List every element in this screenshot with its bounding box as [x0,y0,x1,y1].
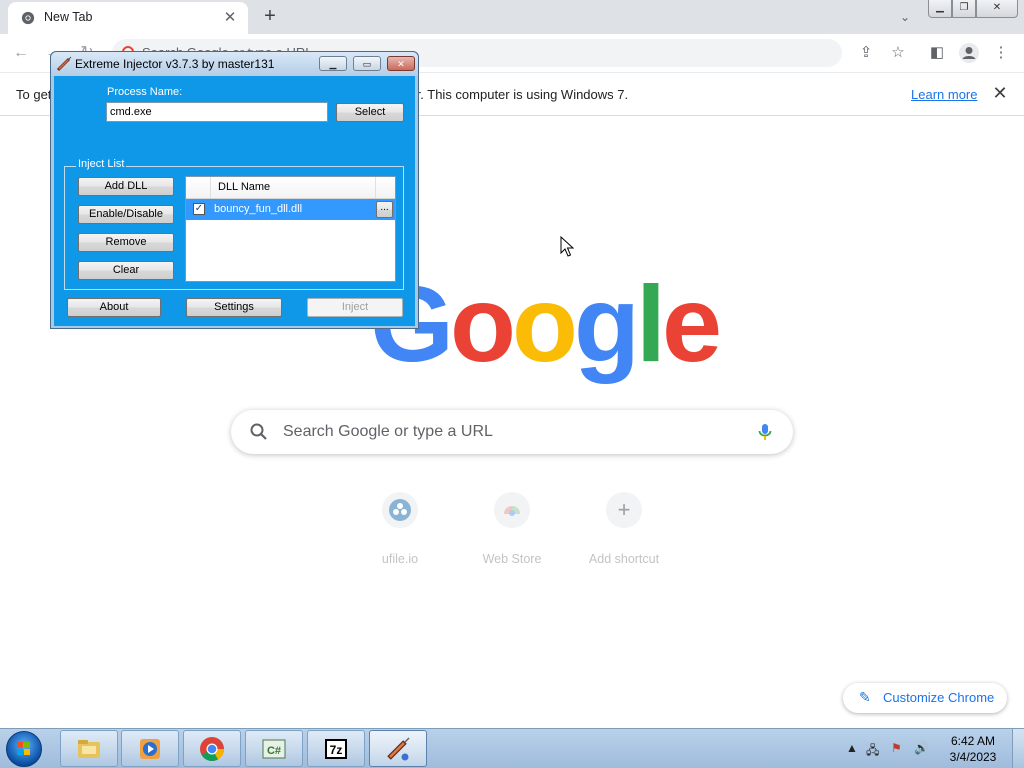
logo-letter: g [573,263,640,384]
chrome-menu-icon[interactable]: ⋮ [990,42,1012,64]
infobar-close-icon[interactable]: ✕ [990,83,1010,103]
bookmark-star-icon[interactable]: ☆ [887,42,909,64]
about-button[interactable]: About [67,298,161,317]
dll-row-name: bouncy_fun_dll.dll [214,203,303,215]
show-desktop-button[interactable] [1012,729,1024,768]
process-name-input[interactable]: cmd.exe [106,102,328,122]
ntp-search-box[interactable]: Search Google or type a URL [231,410,793,454]
microphone-icon[interactable] [755,422,775,442]
profile-avatar-icon[interactable] [958,42,980,64]
csharp-icon: C# [262,739,286,759]
injector-syringe-icon [56,56,72,72]
logo-letter: e [661,263,722,384]
settings-button[interactable]: Settings [186,298,282,317]
clear-button[interactable]: Clear [78,261,174,280]
injector-icon [387,737,410,761]
dll-list[interactable]: DLL Name ✓ bouncy_fun_dll.dll ... [185,176,396,282]
explorer-icon [78,740,100,758]
new-tab-button[interactable]: + [258,4,282,28]
side-panel-icon[interactable]: ◧ [926,42,948,64]
taskbar-csharp[interactable]: C# [245,730,303,767]
network-icon[interactable]: 🖧 [866,741,879,762]
tab-title: New Tab [44,10,93,24]
shortcut-web-store[interactable]: Web Store [456,490,568,580]
shortcut-label: ufile.io [381,552,419,566]
logo-letter: o [450,263,516,384]
dll-list-header: DLL Name [186,177,395,199]
tab-new-tab[interactable]: New Tab ✕ [8,2,248,34]
volume-icon[interactable]: 🔊 [914,741,929,755]
learn-more-link[interactable]: Learn more [911,87,977,102]
action-center-flag-icon[interactable]: ⚑ [891,741,902,755]
shortcut-ufile[interactable]: ufile.io [344,490,456,580]
customize-label: Customize Chrome [883,690,995,705]
injector-maximize-button[interactable]: ▭ [353,56,381,71]
svg-text:C#: C# [267,745,281,757]
injector-body: Process Name: cmd.exe Select Inject List… [54,76,415,326]
window-close-button[interactable]: ✕ [976,0,1018,18]
injector-title: Extreme Injector v3.7.3 by master131 [75,57,275,71]
back-arrow-icon[interactable]: ← [10,42,32,64]
web-store-icon [494,492,530,528]
dll-header-check-column [186,177,211,198]
show-hidden-icons-icon[interactable]: ▲ [846,741,858,755]
shortcut-add[interactable]: + Add shortcut [568,490,680,580]
enable-disable-button[interactable]: Enable/Disable [78,205,174,224]
chrome-favicon-icon [21,11,35,25]
dll-enabled-checkbox[interactable]: ✓ [193,203,205,215]
select-process-button[interactable]: Select [336,103,404,122]
add-dll-button[interactable]: Add DLL [78,177,174,196]
window-minimize-button[interactable]: ▁ [928,0,952,18]
taskbar-explorer[interactable] [60,730,118,767]
remove-button[interactable]: Remove [78,233,174,252]
mouse-cursor-icon [560,236,574,257]
dll-options-button[interactable]: ... [376,201,393,218]
taskbar-7zip[interactable]: 7z [307,730,365,767]
logo-letter: o [512,263,578,384]
tab-close-icon[interactable]: ✕ [220,8,240,28]
inject-list-label: Inject List [76,158,127,170]
logo-letter: l [635,263,666,384]
extreme-injector-window: Extreme Injector v3.7.3 by master131 ▁ ▭… [50,51,419,329]
plus-icon: + [606,492,642,528]
start-button[interactable] [6,731,42,767]
search-placeholder: Search Google or type a URL [283,423,493,440]
search-icon [250,423,267,440]
share-icon[interactable]: ⇪ [855,42,877,64]
injector-titlebar[interactable]: Extreme Injector v3.7.3 by master131 ▁ ▭… [51,52,418,76]
injector-minimize-button[interactable]: ▁ [319,56,347,71]
svg-text:7z: 7z [330,743,343,757]
customize-chrome-button[interactable]: ✎ Customize Chrome [843,683,1007,713]
windows-taskbar: C# 7z ▲ 🖧 ⚑ 🔊 6:42 AM 3/4/2023 [0,728,1024,768]
taskbar-media-player[interactable] [121,730,179,767]
clock-time[interactable]: 6:42 AM [944,734,1002,748]
7zip-icon: 7z [325,739,347,759]
taskbar-chrome[interactable] [183,730,241,767]
window-restore-button[interactable]: ❐ [952,0,976,18]
inject-button[interactable]: Inject [307,298,403,317]
pencil-icon: ✎ [859,689,871,705]
tab-strip: New Tab ✕ + ⌄ ▁ ❐ ✕ [0,0,1024,34]
shortcut-label: Add shortcut [588,552,660,566]
media-player-icon [140,739,160,759]
process-name-label: Process Name: [107,86,183,98]
ufile-icon [382,492,418,528]
injector-close-button[interactable]: ✕ [387,56,415,71]
dll-row[interactable]: ✓ bouncy_fun_dll.dll ... [186,199,395,220]
shortcut-label: Web Store [482,552,542,566]
dll-header-options-column [375,177,396,198]
tab-search-chevron-icon[interactable]: ⌄ [894,6,916,28]
windows-flag-icon [17,742,30,755]
clock-date[interactable]: 3/4/2023 [944,750,1002,764]
dll-name-column-header[interactable]: DLL Name [218,181,270,193]
taskbar-injector[interactable] [369,730,427,767]
chrome-icon [200,737,224,762]
